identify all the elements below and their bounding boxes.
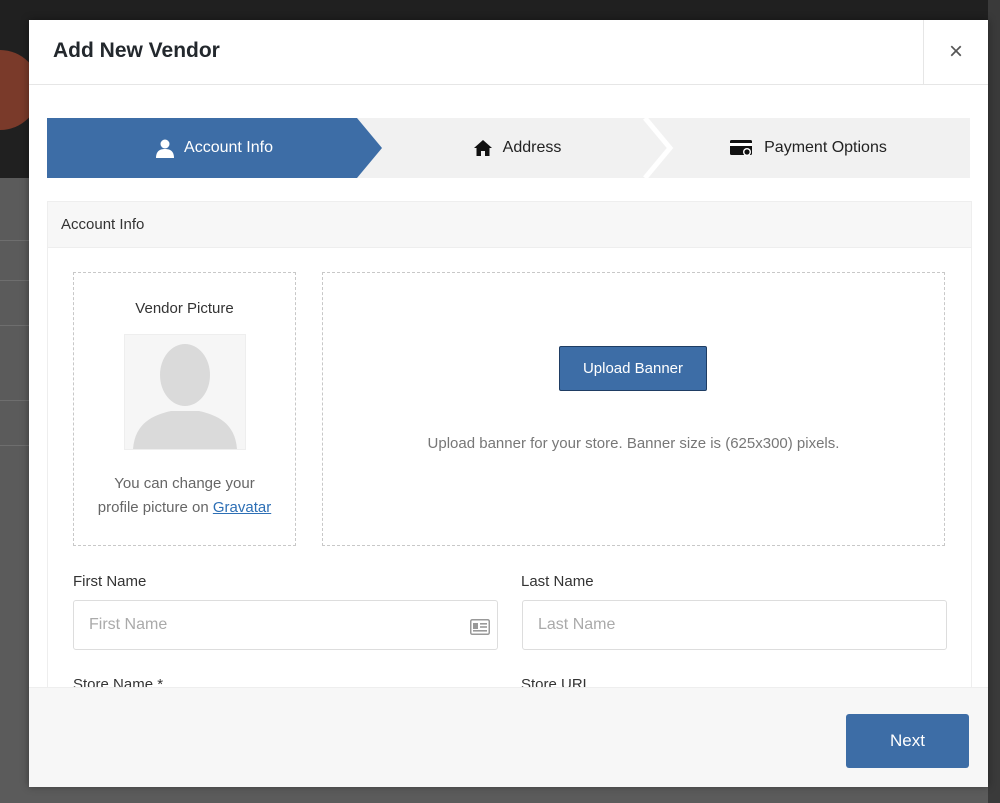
- modal-title: Add New Vendor: [53, 39, 220, 62]
- upload-banner-button[interactable]: Upload Banner: [559, 346, 707, 391]
- vendor-picture-note: You can change your profile picture on G…: [74, 472, 295, 520]
- first-name-input[interactable]: [73, 600, 498, 650]
- last-name-label: Last Name: [521, 573, 594, 590]
- last-name-input[interactable]: [522, 600, 947, 650]
- contact-card-icon: [470, 619, 490, 635]
- note-line: You can change your: [114, 475, 255, 492]
- banner-note: Upload banner for your store. Banner siz…: [427, 435, 840, 452]
- banner-upload-box: Upload Banner Upload banner for your sto…: [322, 272, 945, 546]
- modal-header: Add New Vendor ×: [29, 20, 988, 85]
- step-payment-options[interactable]: Payment Options: [647, 118, 970, 178]
- gravatar-link[interactable]: Gravatar: [213, 499, 271, 516]
- first-name-label: First Name: [73, 573, 147, 590]
- wizard-steps: Address Payment Options Account Info: [47, 118, 970, 178]
- step-label: Address: [502, 139, 562, 156]
- account-info-panel: Account Info Vendor Picture You can chan…: [47, 201, 972, 688]
- background-divider: [0, 240, 30, 241]
- add-vendor-modal: Add New Vendor × Address Payment Options: [29, 20, 988, 787]
- close-button[interactable]: ×: [923, 20, 988, 84]
- panel-title: Account Info: [48, 202, 971, 248]
- background-divider: [0, 445, 30, 446]
- home-icon: [473, 140, 492, 156]
- payment-card-icon: [730, 140, 753, 156]
- user-icon: [156, 139, 175, 158]
- close-icon: ×: [948, 38, 963, 65]
- note-line: profile picture on: [97, 499, 213, 516]
- step-label: Account Info: [184, 139, 273, 156]
- background-divider: [0, 400, 30, 401]
- step-label: Payment Options: [764, 139, 887, 156]
- step-address[interactable]: Address: [367, 118, 667, 178]
- modal-footer: Next: [29, 687, 988, 787]
- vendor-picture-box: Vendor Picture You can change your profi…: [73, 272, 296, 546]
- background-scroll-strip: [988, 0, 1000, 803]
- vendor-picture-label: Vendor Picture: [135, 300, 234, 317]
- background-divider: [0, 280, 30, 281]
- avatar-placeholder-icon: [123, 334, 246, 450]
- step-account-info[interactable]: Account Info: [47, 118, 382, 178]
- next-button[interactable]: Next: [846, 714, 969, 768]
- background-divider: [0, 325, 30, 326]
